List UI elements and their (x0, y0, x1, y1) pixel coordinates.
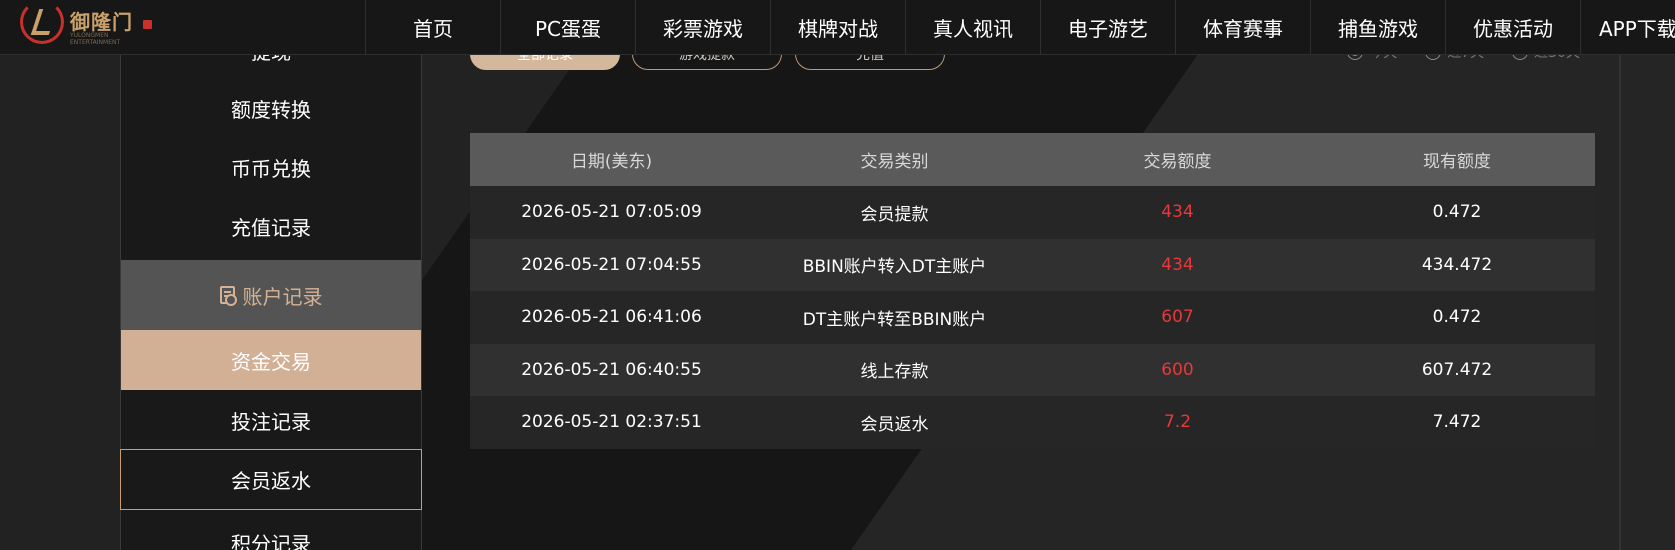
cell-type: 会员返水 (860, 414, 929, 435)
sidebar-item-fund-transactions[interactable]: 资金交易 (121, 330, 421, 390)
nav-promotions[interactable]: 优惠活动 (1445, 0, 1580, 55)
nav-slots[interactable]: 电子游艺 (1040, 0, 1175, 55)
table-row: 2026-05-21 02:37:51 会员返水 7.2 7.472 (470, 396, 1595, 449)
cell-type: DT主账户转至BBIN账户 (802, 309, 987, 330)
column-header-amount: 交易额度 (1143, 152, 1212, 172)
cell-balance: 434.472 (1421, 254, 1493, 275)
sidebar-item-label: 投注记录 (231, 409, 311, 434)
sidebar-item-quota-transfer[interactable]: 额度转换 (121, 78, 421, 138)
cell-date: 2026-05-21 06:40:55 (521, 359, 702, 380)
sidebar-item-label: 账户记录 (242, 284, 323, 309)
document-icon (219, 286, 237, 306)
sidebar-section-account-records[interactable]: 账户记录 (121, 260, 421, 330)
sidebar-item-label: 积分记录 (231, 531, 311, 550)
nav-card-games[interactable]: 棋牌对战 (770, 0, 905, 55)
nav-app-download[interactable]: APP下载 (1580, 0, 1675, 55)
top-navigation-bar: 御隆门 YULONGMEN ENTERTAINMENT 首页 PC蛋蛋 彩票游戏… (0, 0, 1675, 55)
sidebar-item-coin-exchange[interactable]: 币币兑换 (121, 137, 421, 197)
table-header: 日期(美东) 交易类别 交易额度 现有额度 (470, 133, 1595, 186)
table-row: 2026-05-21 07:04:55 BBIN账户转入DT主账户 434 43… (470, 238, 1595, 291)
cell-amount: 600 (1161, 359, 1194, 380)
transactions-table: 日期(美东) 交易类别 交易额度 现有额度 2026-05-21 07:05:0… (470, 133, 1595, 449)
cell-amount: 434 (1161, 202, 1194, 223)
column-header-date: 日期(美东) (570, 152, 653, 172)
logo-badge-icon (143, 20, 152, 29)
sidebar-item-member-rebate[interactable]: 会员返水 (120, 449, 422, 510)
sidebar-item-points-records[interactable]: 积分记录 (121, 512, 421, 550)
nav-fishing[interactable]: 捕鱼游戏 (1310, 0, 1445, 55)
logo-subtitle: YULONGMEN ENTERTAINMENT (70, 32, 121, 46)
sidebar-item-label: 充值记录 (231, 215, 311, 240)
cell-balance: 0.472 (1432, 307, 1482, 328)
cell-type: 会员提款 (860, 204, 929, 225)
cell-date: 2026-05-21 06:41:06 (521, 307, 702, 328)
nav-pc-eggs[interactable]: PC蛋蛋 (500, 0, 635, 55)
cell-date: 2026-05-21 02:37:51 (521, 412, 702, 433)
cell-amount: 434 (1161, 254, 1194, 275)
nav-live-video[interactable]: 真人视讯 (905, 0, 1040, 55)
table-row: 2026-05-21 07:05:09 会员提款 434 0.472 (470, 186, 1595, 239)
nav-sports[interactable]: 体育赛事 (1175, 0, 1310, 55)
main-nav: 首页 PC蛋蛋 彩票游戏 棋牌对战 真人视讯 电子游艺 体育赛事 捕鱼游戏 优惠… (365, 0, 1675, 55)
column-header-type: 交易类别 (860, 152, 929, 172)
cell-type: 线上存款 (860, 362, 929, 383)
sidebar-item-label: 币币兑换 (231, 156, 311, 181)
sidebar-item-bet-records[interactable]: 投注记录 (121, 390, 421, 450)
column-header-balance: 现有额度 (1423, 152, 1491, 172)
cell-date: 2026-05-21 07:04:55 (521, 254, 702, 275)
sidebar-item-label: 额度转换 (231, 97, 311, 122)
cell-date: 2026-05-21 07:05:09 (521, 202, 702, 223)
cell-balance: 0.472 (1432, 202, 1482, 223)
logo-emblem-icon (20, 0, 64, 44)
nav-home[interactable]: 首页 (365, 0, 500, 55)
logo-brand-text: 御隆门 (70, 10, 133, 34)
nav-lottery[interactable]: 彩票游戏 (635, 0, 770, 55)
table-row: 2026-05-21 06:41:06 DT主账户转至BBIN账户 607 0.… (470, 291, 1595, 344)
sidebar-item-deposit-records[interactable]: 充值记录 (121, 196, 421, 256)
site-logo[interactable]: 御隆门 YULONGMEN ENTERTAINMENT (20, 0, 152, 46)
cell-amount: 607 (1161, 307, 1194, 328)
sidebar-item-label: 资金交易 (231, 349, 311, 374)
cell-type: BBIN账户转入DT主账户 (802, 257, 987, 278)
sidebar-item-label: 会员返水 (231, 469, 311, 493)
table-row: 2026-05-21 06:40:55 线上存款 600 607.472 (470, 343, 1595, 396)
cell-amount: 7.2 (1163, 412, 1192, 433)
table-body: 2026-05-21 07:05:09 会员提款 434 0.472 2026-… (470, 186, 1595, 449)
cell-balance: 7.472 (1432, 412, 1482, 433)
cell-balance: 607.472 (1421, 359, 1493, 380)
sidebar: 提现 额度转换 币币兑换 充值记录 账户记录 资金交易 投注记录 会员返水 积分… (120, 0, 422, 550)
